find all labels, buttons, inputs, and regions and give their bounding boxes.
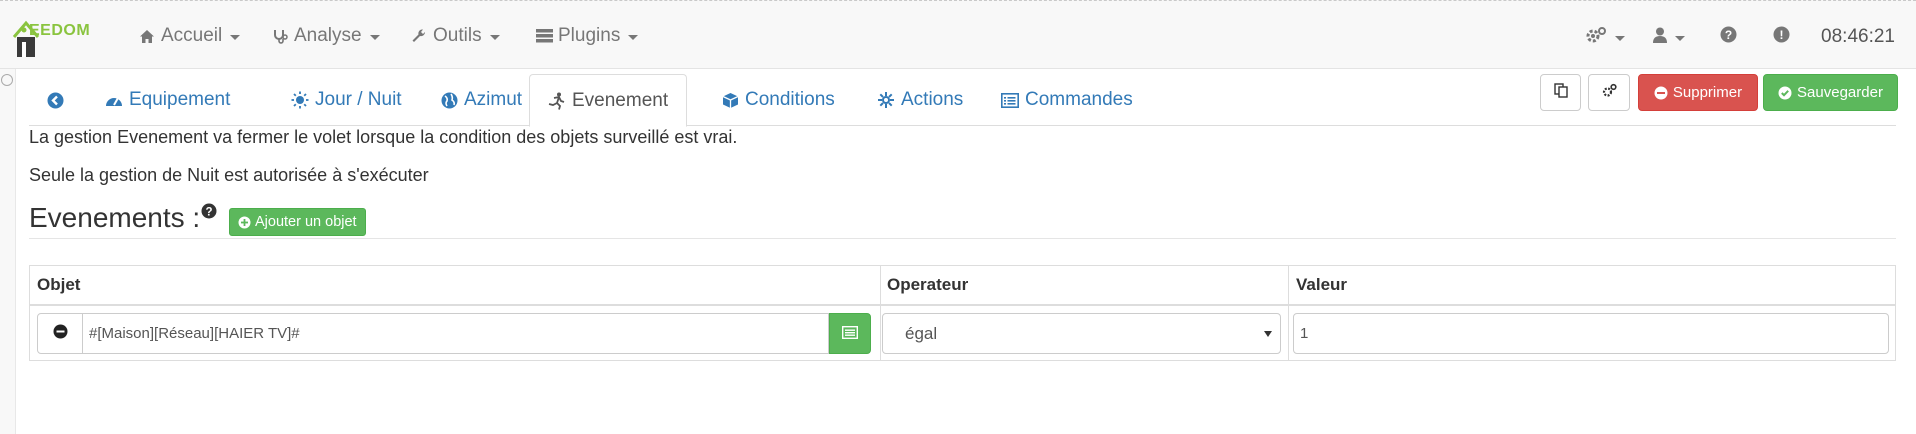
tab-back[interactable] xyxy=(29,74,88,126)
chevron-down-icon xyxy=(1675,35,1685,41)
svg-text:?: ? xyxy=(205,206,212,218)
operator-select[interactable]: égal xyxy=(882,313,1281,354)
list-alt-icon xyxy=(1001,92,1019,108)
tab-azimut-label: Azimut xyxy=(464,89,523,110)
svg-text:?: ? xyxy=(1725,28,1732,42)
tab-commandes-label: Commandes xyxy=(1025,89,1133,110)
chevron-down-icon xyxy=(369,34,380,40)
home-icon xyxy=(138,27,156,45)
section-title: Evenements : xyxy=(29,202,201,233)
tab-conditions[interactable]: Conditions xyxy=(704,74,853,126)
column-divider xyxy=(880,266,881,360)
chevron-down-icon xyxy=(1264,331,1272,337)
tab-actions[interactable]: Actions xyxy=(859,74,981,126)
value-input[interactable] xyxy=(1293,313,1889,354)
delete-button-label: Supprimer xyxy=(1672,84,1743,101)
column-header-objet: Objet xyxy=(37,275,81,294)
column-header-operateur: Operateur xyxy=(887,275,969,294)
top-navbar: EEDOM Accueil Analyse Outils Plugins ? !… xyxy=(0,0,1916,69)
description-line-2: Seule la gestion de Nuit est autorisée à… xyxy=(29,165,429,185)
nav-analyse-label: Analyse xyxy=(294,25,362,46)
tab-jour-nuit-label: Jour / Nuit xyxy=(315,89,402,110)
tab-azimut[interactable]: Azimut xyxy=(423,74,540,126)
tab-actions-label: Actions xyxy=(901,89,964,110)
chevron-down-icon xyxy=(1615,35,1625,41)
column-header-valeur: Valeur xyxy=(1296,275,1348,294)
cogs-icon xyxy=(1602,83,1617,102)
system-menu[interactable] xyxy=(1585,26,1625,48)
nav-outils-label: Outils xyxy=(433,25,482,46)
globe-icon xyxy=(441,92,458,109)
copy-equipment-button[interactable] xyxy=(1540,74,1581,111)
operator-select-value: égal xyxy=(905,323,938,343)
exclamation-circle-icon: ! xyxy=(1773,26,1790,48)
tab-equipement-label: Equipement xyxy=(129,89,231,110)
events-table: Objet Operateur Valeur égal xyxy=(29,265,1896,361)
tasks-icon xyxy=(535,27,553,45)
column-divider xyxy=(1288,266,1289,360)
nav-plugins[interactable]: Plugins xyxy=(535,24,639,48)
add-object-button[interactable]: Ajouter un objet xyxy=(229,208,366,236)
save-button[interactable]: Sauvegarder xyxy=(1763,74,1898,111)
table-header-divider xyxy=(30,304,1895,306)
left-sidebar-toggle[interactable] xyxy=(0,69,16,434)
chevron-down-icon xyxy=(489,34,500,40)
back-arrow-icon xyxy=(47,92,64,109)
select-object-button[interactable] xyxy=(829,313,871,354)
minus-circle-icon xyxy=(53,324,68,344)
question-circle-icon[interactable]: ? xyxy=(201,203,217,224)
tab-evenement[interactable]: Evenement xyxy=(529,74,688,127)
user-menu[interactable] xyxy=(1653,26,1685,48)
svg-text:!: ! xyxy=(1780,28,1784,42)
clock: 08:46:21 xyxy=(1821,26,1895,47)
pin-icon xyxy=(1,74,13,86)
messages-button[interactable]: ! xyxy=(1773,26,1790,48)
object-input[interactable] xyxy=(82,313,829,354)
copy-icon xyxy=(1553,83,1568,102)
plus-circle-icon xyxy=(238,216,251,229)
chevron-down-icon xyxy=(628,34,639,40)
tab-conditions-label: Conditions xyxy=(745,89,835,110)
tab-commandes[interactable]: Commandes xyxy=(983,74,1151,126)
add-object-button-label: Ajouter un objet xyxy=(255,214,357,230)
check-circle-icon xyxy=(1778,86,1792,100)
description-line-1: La gestion Evenement va fermer le volet … xyxy=(29,127,738,147)
sun-icon xyxy=(291,91,309,109)
tab-equipement[interactable]: Equipement xyxy=(87,74,248,126)
tachometer-icon xyxy=(105,93,123,108)
delete-button[interactable]: Supprimer xyxy=(1638,74,1758,111)
save-button-label: Sauvegarder xyxy=(1797,84,1883,101)
advanced-config-button[interactable] xyxy=(1588,74,1630,111)
tab-jour-nuit[interactable]: Jour / Nuit xyxy=(273,74,420,126)
remove-row-button[interactable] xyxy=(37,313,83,354)
nav-accueil[interactable]: Accueil xyxy=(138,24,241,48)
cube-icon xyxy=(722,92,739,109)
logo-text: EEDOM xyxy=(29,22,91,39)
asterisk-icon xyxy=(877,91,895,109)
stethoscope-icon xyxy=(271,27,289,45)
nav-analyse[interactable]: Analyse xyxy=(271,24,380,48)
nav-outils[interactable]: Outils xyxy=(410,24,500,48)
chevron-down-icon xyxy=(230,34,241,40)
help-button[interactable]: ? xyxy=(1720,26,1737,48)
cogs-icon xyxy=(1585,26,1607,49)
list-alt-icon xyxy=(841,324,859,344)
wrench-icon xyxy=(410,27,428,45)
minus-circle-icon xyxy=(1654,86,1668,100)
tab-evenement-label: Evenement xyxy=(572,89,669,111)
running-icon xyxy=(548,92,566,110)
divider xyxy=(29,238,1896,239)
nav-plugins-label: Plugins xyxy=(558,25,621,46)
nav-accueil-label: Accueil xyxy=(161,25,223,46)
question-circle-icon: ? xyxy=(1720,26,1737,48)
user-icon xyxy=(1653,27,1667,48)
